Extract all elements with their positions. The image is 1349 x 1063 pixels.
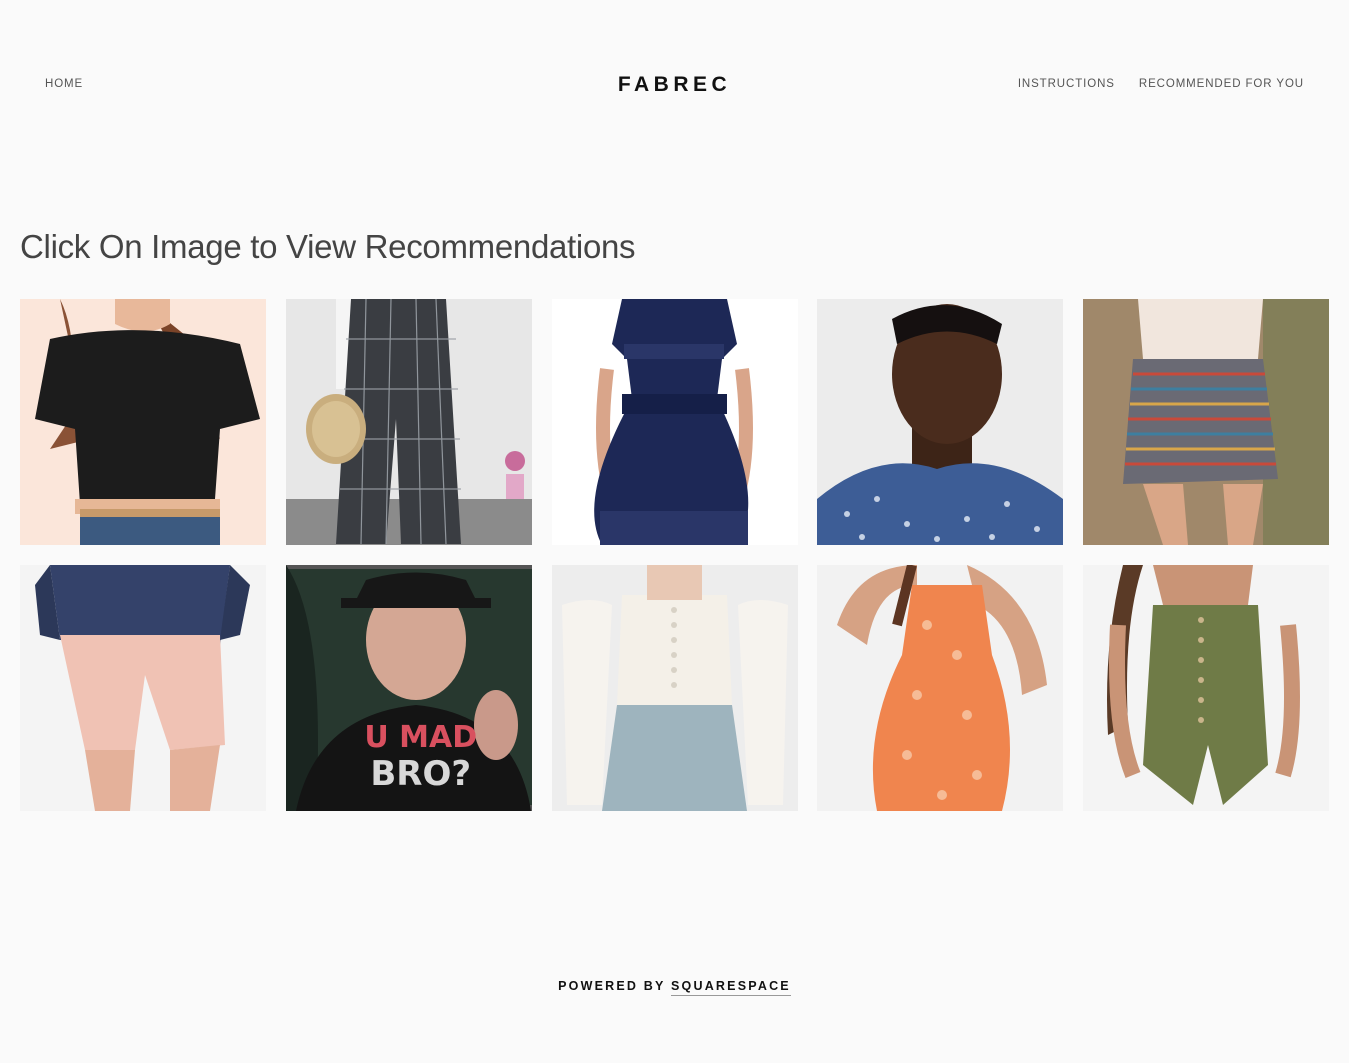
product-tile-navy-dress[interactable] bbox=[551, 299, 798, 545]
product-tile-plaid-pants[interactable] bbox=[285, 299, 532, 545]
product-tile-pink-shorts[interactable] bbox=[20, 565, 266, 811]
nav-recommended-link[interactable]: RECOMMENDED FOR YOU bbox=[1139, 78, 1304, 90]
shirt-graphic-text: U MAD BRO? bbox=[346, 720, 496, 794]
plaid-wide-pants-photo bbox=[285, 299, 532, 545]
nav-instructions-link[interactable]: INSTRUCTIONS bbox=[1018, 78, 1115, 90]
shirt-text-line1: U MAD bbox=[364, 720, 478, 755]
site-footer: POWERED BY SQUARESPACE bbox=[0, 979, 1349, 996]
orange-floral-dress-photo bbox=[817, 565, 1064, 811]
shirt-text-line2: BRO? bbox=[370, 754, 472, 794]
product-tile-black-crop-top[interactable] bbox=[20, 299, 266, 545]
site-header: HOME FABREC INSTRUCTIONS RECOMMENDED FOR… bbox=[0, 0, 1349, 170]
navy-dress-photo bbox=[551, 299, 798, 545]
product-tile-olive-romper[interactable] bbox=[1083, 565, 1329, 811]
olive-romper-photo bbox=[1083, 565, 1329, 811]
white-corset-top-photo bbox=[551, 565, 798, 811]
page-title: Click On Image to View Recommendations bbox=[20, 228, 636, 265]
product-tile-u-mad-bro-shirt[interactable]: U MAD BRO? bbox=[285, 565, 532, 811]
footer-squarespace-link[interactable]: SQUARESPACE bbox=[671, 979, 791, 996]
product-image-grid: U MAD BRO? bbox=[20, 299, 1329, 811]
product-tile-orange-floral-dress[interactable] bbox=[817, 565, 1064, 811]
striped-mini-skirt-photo bbox=[1083, 299, 1329, 545]
nav-right: INSTRUCTIONS RECOMMENDED FOR YOU bbox=[1018, 78, 1304, 90]
black-crop-top-photo bbox=[20, 299, 266, 545]
product-tile-white-corset-top[interactable] bbox=[551, 565, 798, 811]
floral-shirt-man-photo bbox=[817, 299, 1064, 545]
footer-powered-by: POWERED BY bbox=[558, 979, 672, 993]
product-tile-striped-skirt[interactable] bbox=[1083, 299, 1329, 545]
pink-shorts-photo bbox=[20, 565, 266, 811]
product-tile-floral-shirt[interactable] bbox=[817, 299, 1064, 545]
